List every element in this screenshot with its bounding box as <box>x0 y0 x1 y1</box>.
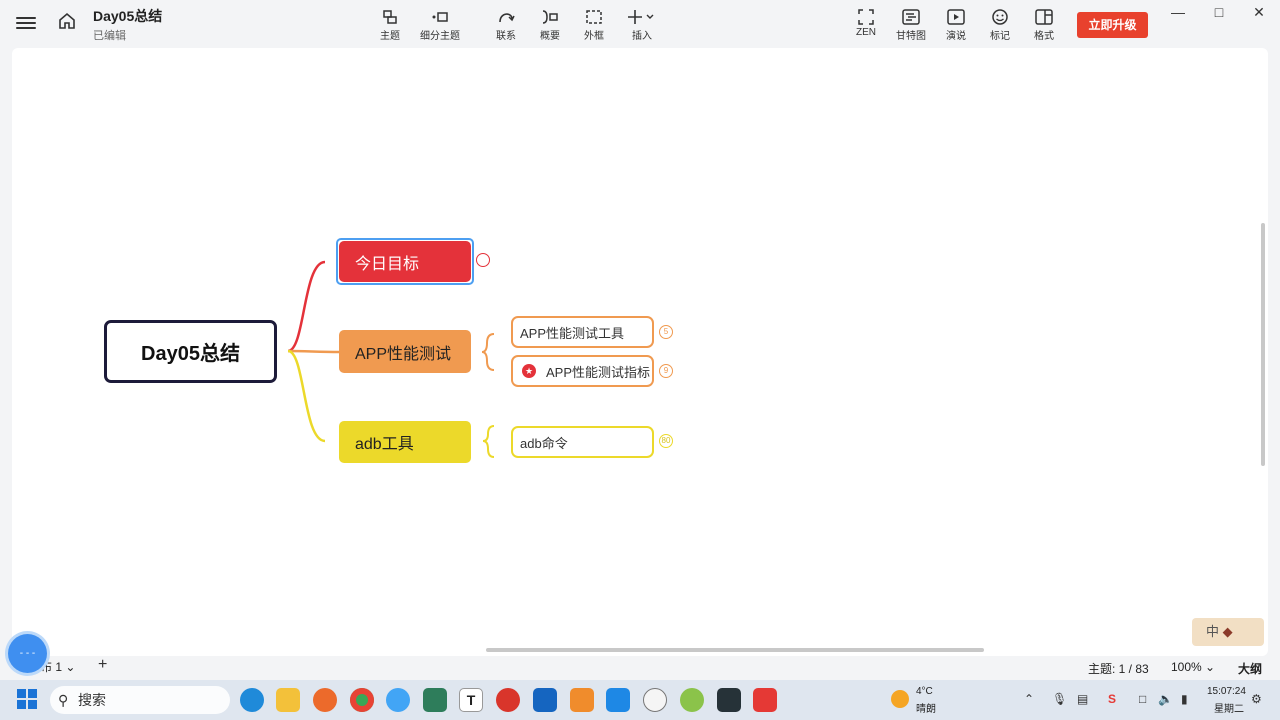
play-icon <box>947 9 965 25</box>
floating-assistant-icon[interactable]: - - - <box>8 634 47 673</box>
chat-app-icon[interactable] <box>533 688 557 712</box>
pdf-app-icon[interactable] <box>496 688 520 712</box>
plus-icon <box>628 10 654 24</box>
xmind-icon[interactable] <box>753 688 777 712</box>
branch-topic-app-performance[interactable]: APP性能测试 <box>339 330 471 373</box>
close-icon[interactable]: ✕ <box>1244 2 1274 22</box>
microphone-icon[interactable]: 🎙 <box>1052 692 1067 706</box>
clock-app-icon[interactable] <box>643 688 667 712</box>
subtopic-label: adb命令 <box>520 435 568 451</box>
expand-count-badge[interactable]: 80 <box>659 434 673 448</box>
subtopic-icon <box>432 12 448 22</box>
terminal-icon[interactable] <box>717 688 741 712</box>
chrome-icon[interactable] <box>350 688 374 712</box>
clock-date[interactable]: 星期二 <box>1214 700 1244 715</box>
panel-icon <box>1035 9 1053 25</box>
add-sheet-icon[interactable]: + <box>98 656 107 674</box>
collapse-handle[interactable] <box>476 253 490 267</box>
app-icon-lime[interactable] <box>680 688 704 712</box>
firefox-icon[interactable] <box>313 688 337 712</box>
boundary-icon <box>586 10 602 24</box>
expand-count-badge[interactable]: 9 <box>659 364 673 378</box>
zen-button[interactable]: ZEN <box>841 6 891 46</box>
maximize-icon[interactable]: □ <box>1204 2 1234 22</box>
network-icon[interactable]: □ <box>1139 692 1146 706</box>
smiley-icon <box>992 9 1008 25</box>
present-button[interactable]: 演说 <box>931 6 981 46</box>
title-toolbar: Day05总结 已编辑 主题 细分主题 联系 概要 外框 插入 ZEN 甘特图 … <box>0 0 1280 48</box>
subtopic-label: APP性能测试指标 <box>546 364 651 380</box>
topic-count: 主题: 1 / 83 <box>1088 662 1149 676</box>
vertical-scrollbar[interactable] <box>1261 223 1265 466</box>
topic-button[interactable]: 主题 <box>365 6 415 46</box>
subtopic-label: APP性能测试工具 <box>520 325 625 341</box>
horizontal-scrollbar[interactable] <box>486 648 984 652</box>
summary-icon <box>542 10 558 24</box>
subtopic-performance-tools[interactable]: APP性能测试工具 <box>511 316 654 348</box>
ime-mascot-icon: ◆ <box>1222 624 1233 639</box>
app-icon-chart[interactable] <box>606 688 630 712</box>
sogou-icon[interactable]: S <box>1108 692 1116 706</box>
subtopic-button[interactable]: 细分主题 <box>415 6 465 46</box>
home-icon[interactable] <box>58 12 80 34</box>
search-icon: ⚲ <box>58 692 69 708</box>
battery-icon[interactable]: ▮ <box>1181 692 1188 706</box>
fullscreen-icon <box>858 9 874 25</box>
typora-icon[interactable]: T <box>459 688 483 712</box>
gantt-icon <box>902 9 920 25</box>
insert-button[interactable]: 插入 <box>617 6 667 46</box>
upgrade-button[interactable]: 立即升级 <box>1077 12 1148 38</box>
star-marker-icon: ★ <box>522 364 536 378</box>
branch-topic-goals[interactable]: 今日目标 <box>339 241 471 282</box>
weather-temperature: 4°C <box>916 686 933 697</box>
boundary-button[interactable]: 外框 <box>569 6 619 46</box>
format-button[interactable]: 格式 <box>1019 6 1069 46</box>
root-topic[interactable]: Day05总结 <box>104 320 277 383</box>
taskbar-search[interactable]: ⚲ 搜索 <box>50 686 230 714</box>
status-bar: 布 1 ⌄ + 主题: 1 / 83 100% ⌄ 大纲 <box>0 656 1280 678</box>
clock-time[interactable]: 15:07:24 <box>1207 686 1246 697</box>
gantt-button[interactable]: 甘特图 <box>886 6 936 46</box>
chevron-down-icon: ⌄ <box>1205 660 1216 674</box>
summary-button[interactable]: 概要 <box>525 6 575 46</box>
weather-sun-icon[interactable] <box>891 690 909 708</box>
weather-description: 晴朗 <box>916 704 936 715</box>
subtopic-performance-metrics[interactable]: ★ APP性能测试指标 <box>511 355 654 387</box>
relationship-icon <box>499 13 515 23</box>
input-method-icon[interactable]: ▤ <box>1077 692 1088 706</box>
document-title[interactable]: Day05总结 <box>93 6 162 26</box>
zoom-level[interactable]: 100% ⌄ <box>1171 660 1215 674</box>
app-icon-blue[interactable] <box>386 688 410 712</box>
relationship-button[interactable]: 联系 <box>481 6 531 46</box>
ime-widget[interactable]: 中 ◆ <box>1192 618 1264 646</box>
windows-start-icon[interactable] <box>16 688 40 712</box>
chevron-down-icon: ⌄ <box>65 660 76 674</box>
taskbar: ⚲ 搜索 T 4°C 晴朗 ⌃ 🎙 ▤ S □ 🔈 ▮ 15:07:24 星期二… <box>0 680 1280 720</box>
topic-icon <box>383 10 397 24</box>
subtopic-adb-commands[interactable]: adb命令 <box>511 426 654 458</box>
outline-button[interactable]: 大纲 <box>1238 660 1262 677</box>
chevron-up-icon[interactable]: ⌃ <box>1024 692 1034 706</box>
app-icon-green[interactable] <box>423 688 447 712</box>
notification-icon[interactable]: ⚙ <box>1251 692 1262 706</box>
menu-icon[interactable] <box>16 14 36 34</box>
expand-count-badge[interactable]: 5 <box>659 325 673 339</box>
file-explorer-icon[interactable] <box>276 688 300 712</box>
edge-browser-icon[interactable] <box>240 688 264 712</box>
branch-topic-adb-tools[interactable]: adb工具 <box>339 421 471 463</box>
volume-icon[interactable]: 🔈 <box>1158 692 1173 706</box>
document-status: 已编辑 <box>93 30 126 42</box>
minimize-icon[interactable]: — <box>1163 2 1193 22</box>
app-icon-orange[interactable] <box>570 688 594 712</box>
marker-button[interactable]: 标记 <box>975 6 1025 46</box>
